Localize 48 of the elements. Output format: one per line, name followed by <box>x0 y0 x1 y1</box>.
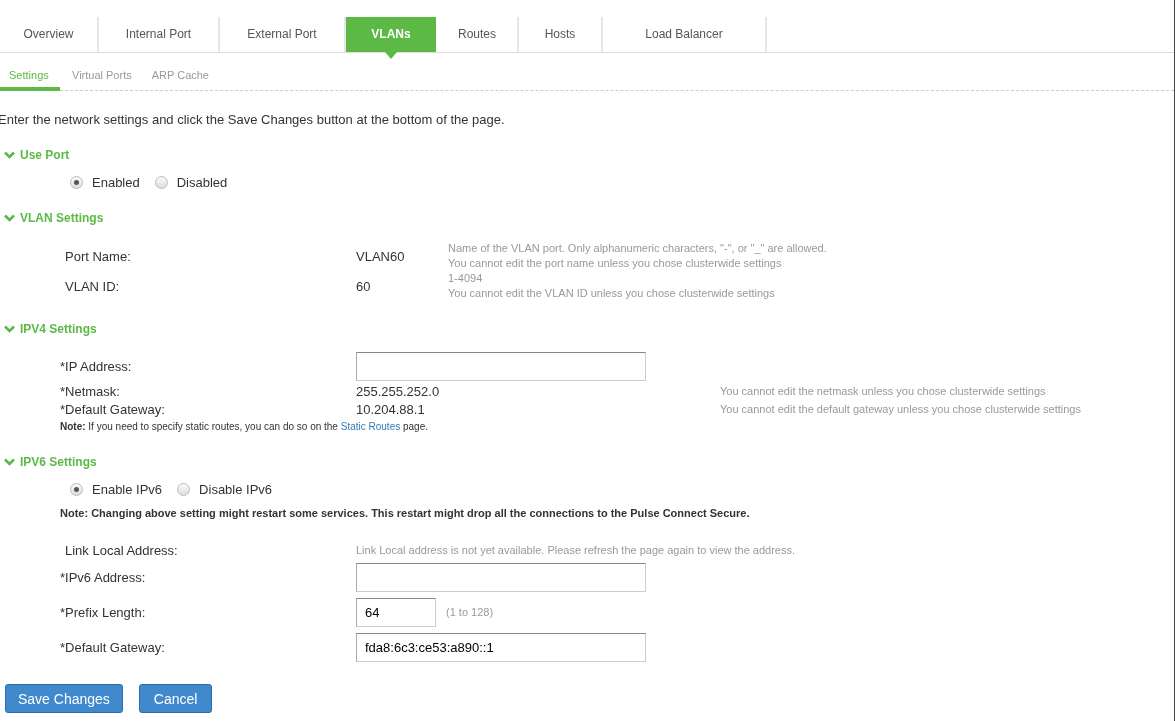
radio-button[interactable] <box>70 482 83 496</box>
field-label: VLAN ID: <box>64 278 121 294</box>
action-button[interactable]: Save Changes <box>5 684 123 713</box>
field-label: Link Local Address: <box>64 542 179 558</box>
text-field[interactable]: fda8:6c3:ce53:a890::1 <box>356 632 646 662</box>
text-field[interactable] <box>356 351 646 381</box>
tab[interactable]: Routes <box>436 17 519 52</box>
field-label: Port Name: <box>64 248 132 264</box>
note-text: Note: If you need to specify static routes, you can do so on the Static Routes page. <box>60 420 428 432</box>
field-value: VLAN60 <box>356 248 406 264</box>
text-field[interactable] <box>356 562 646 592</box>
field-value: 60 <box>356 278 372 294</box>
field-label: *IP Address: <box>60 358 133 374</box>
tab[interactable]: Overview <box>0 17 99 52</box>
radio-button[interactable] <box>154 175 168 189</box>
tab[interactable]: Internal Port <box>99 17 220 52</box>
tab[interactable]: Load Balancer <box>603 17 767 52</box>
hint-text: (1 to 128) <box>446 606 494 618</box>
action-button[interactable]: Cancel <box>138 684 213 713</box>
field-label: *Prefix Length: <box>60 604 147 620</box>
radio-button[interactable] <box>177 482 191 496</box>
radio-button[interactable] <box>70 175 83 189</box>
hint-text: Link Local address is not yet available. Please refresh the page again to view the address. <box>356 544 796 556</box>
field-label: *Default Gateway: <box>60 639 166 655</box>
field-value: 255.255.252.0 <box>356 383 441 399</box>
hint-text: You cannot edit the default gateway unless you chose clusterwide settings <box>720 403 1081 415</box>
warning-note: Note: Changing above setting might restart some services. This restart might drop all the connections to the Pulse Connect Secure. <box>60 507 750 519</box>
field-value: 10.204.88.1 <box>356 401 426 417</box>
hint-text: You cannot edit the netmask unless you chose clusterwide settings <box>720 385 1046 397</box>
tab-pointer-icon <box>385 52 397 59</box>
chevron-icon[interactable] <box>4 151 15 159</box>
hint-text: You cannot edit the port name unless you chose clusterwide settings <box>448 256 783 271</box>
chevron-icon[interactable] <box>4 214 15 222</box>
tab[interactable]: Hosts <box>519 17 603 52</box>
radio-label[interactable]: Enable IPv6 <box>92 481 163 497</box>
hint-text: You cannot edit the VLAN ID unless you chose clusterwide settings <box>448 286 775 301</box>
static-routes-link[interactable]: Static Routes <box>340 420 401 432</box>
chevron-icon[interactable] <box>4 458 15 466</box>
chevron-icon[interactable] <box>4 325 15 333</box>
field-label: *Default Gateway: <box>60 401 166 417</box>
field-label: *Netmask: <box>60 383 121 399</box>
radio-label[interactable]: Disable IPv6 <box>199 481 273 497</box>
number-field[interactable]: 64 <box>356 597 436 627</box>
hint-text: Name of the VLAN port. Only alphanumeric characters, "-", or "_" are allowed. <box>448 241 827 256</box>
radio-label[interactable]: Enabled <box>92 174 140 190</box>
radio-label[interactable]: Disabled <box>176 174 228 190</box>
hint-text: 1-4094 <box>448 271 484 286</box>
field-label: *IPv6 Address: <box>60 569 147 585</box>
